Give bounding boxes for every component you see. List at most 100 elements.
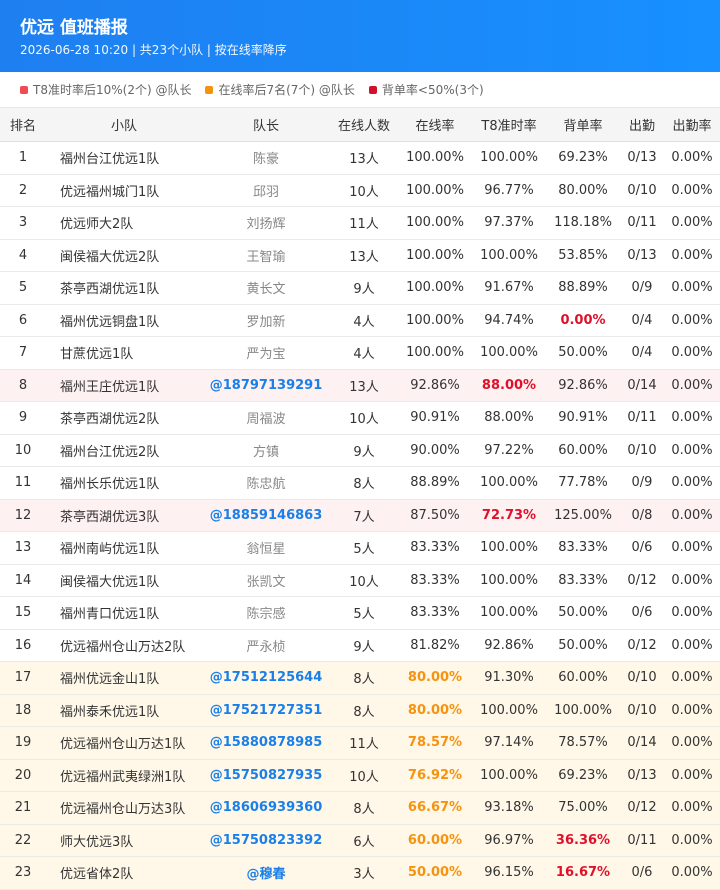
cell-online: 8人 — [330, 694, 398, 727]
cell-leader[interactable]: @18606939360 — [202, 791, 330, 825]
cell-leader: 方镇 — [202, 434, 330, 467]
cell-rank: 16 — [0, 629, 46, 662]
table-row[interactable]: 17 福州优远金山1队 @17512125644 8人 80.00% 91.30% 60.0… — [0, 661, 720, 695]
col-header-attendance[interactable]: 出勤 — [620, 108, 664, 142]
cell-rank: 9 — [0, 401, 46, 435]
cell-online: 13人 — [330, 369, 398, 402]
cell-rank: 22 — [0, 824, 46, 857]
cell-leader[interactable]: @15750827935 — [202, 759, 330, 792]
table-row[interactable]: 21 优远福州仓山万达3队 @18606939360 8人 66.67% 93.18% 75… — [0, 791, 720, 825]
cell-online: 13人 — [330, 141, 398, 175]
cell-attend: 0/13 — [620, 759, 664, 792]
col-header-rank[interactable]: 排名 — [0, 108, 46, 142]
table-row[interactable]: 14 闽侯福大优远1队 张凯文 10人 83.33% 100.00% 83.33% 0/12 0… — [0, 564, 720, 597]
cell-leader[interactable]: @15750823392 — [202, 824, 330, 857]
cell-leader: 周福波 — [202, 401, 330, 435]
cell-team: 福州长乐优远1队 — [46, 466, 202, 500]
cell-t8: 100.00% — [472, 596, 546, 630]
table-row[interactable]: 16 优远福州仓山万达2队 严永桢 9人 81.82% 92.86% 50.00% 0/12 0… — [0, 629, 720, 662]
table-row[interactable]: 1 福州台江优远1队 陈豪 13人 100.00% 100.00% 69.23% 0/13 0.… — [0, 141, 720, 175]
cell-leader[interactable]: @18859146863 — [202, 499, 330, 532]
cell-online: 5人 — [330, 531, 398, 565]
table-header-row: 排名 小队 队长 在线人数 在线率 T8准时率 背单率 出勤 出勤率 — [0, 108, 720, 142]
cell-t8: 100.00% — [472, 141, 546, 175]
cell-attend-rate: 0.00% — [664, 271, 720, 305]
table-row[interactable]: 8 福州王庄优远1队 @18797139291 13人 92.86% 88.00% 92.8… — [0, 369, 720, 402]
cell-team: 闽侯福大优远1队 — [46, 564, 202, 597]
cell-online-rate: 81.82% — [398, 629, 472, 662]
col-header-t8-rate[interactable]: T8准时率 — [472, 108, 546, 142]
cell-attend-rate: 0.00% — [664, 791, 720, 825]
cell-team: 茶亭西湖优远1队 — [46, 271, 202, 305]
cell-leader[interactable]: @17521727351 — [202, 694, 330, 727]
cell-attend: 0/9 — [620, 271, 664, 305]
col-header-leader[interactable]: 队长 — [202, 108, 330, 142]
cell-back: 125.00% — [546, 499, 620, 532]
table-row[interactable]: 23 优远省体2队 @穆春 3人 50.00% 96.15% 16.67% 0/6 0.00% — [0, 856, 720, 890]
cell-leader[interactable]: @15880878985 — [202, 726, 330, 760]
cell-team: 福州台江优远2队 — [46, 434, 202, 467]
cell-team: 优远福州仓山万达2队 — [46, 629, 202, 662]
cell-online-rate: 100.00% — [398, 206, 472, 240]
cell-attend: 0/13 — [620, 239, 664, 272]
cell-team: 福州台江优远1队 — [46, 141, 202, 175]
cell-leader: 翁恒星 — [202, 531, 330, 565]
col-header-team[interactable]: 小队 — [46, 108, 202, 142]
cell-team: 优远福州仓山万达3队 — [46, 791, 202, 825]
cell-attend: 0/10 — [620, 694, 664, 727]
cell-team: 福州优远金山1队 — [46, 661, 202, 695]
table-row[interactable]: 9 茶亭西湖优远2队 周福波 10人 90.91% 88.00% 90.91% 0/11 0.0… — [0, 401, 720, 435]
cell-team: 优远福州仓山万达1队 — [46, 726, 202, 760]
header: 优远 值班播报 2026-06-28 10:20 | 共23个小队 | 按在线率… — [0, 0, 720, 72]
cell-online: 9人 — [330, 434, 398, 467]
table-row[interactable]: 12 茶亭西湖优远3队 @18859146863 7人 87.50% 72.73% 125.… — [0, 499, 720, 532]
table-row[interactable]: 4 闽侯福大优远2队 王智瑜 13人 100.00% 100.00% 53.85% 0/13 0… — [0, 239, 720, 272]
cell-online: 4人 — [330, 336, 398, 370]
cell-online-rate: 50.00% — [398, 856, 472, 890]
table-row[interactable]: 5 茶亭西湖优远1队 黄长文 9人 100.00% 91.67% 88.89% 0/9 0.00… — [0, 271, 720, 305]
cell-back: 50.00% — [546, 629, 620, 662]
table-row[interactable]: 7 甘蔗优远1队 严为宝 4人 100.00% 100.00% 50.00% 0/4 0.00% — [0, 336, 720, 370]
table-row[interactable]: 3 优远师大2队 刘扬辉 11人 100.00% 97.37% 118.18% 0/11 0.0… — [0, 206, 720, 240]
legend-dot-icon — [368, 85, 377, 94]
col-header-attendance-rate[interactable]: 出勤率 — [664, 108, 720, 142]
table-row[interactable]: 2 优远福州城门1队 邱羽 10人 100.00% 96.77% 80.00% 0/10 0.0… — [0, 174, 720, 207]
cell-leader: 罗加新 — [202, 304, 330, 337]
table-row[interactable]: 22 师大优远3队 @15750823392 6人 60.00% 96.97% 36.36%… — [0, 824, 720, 857]
cell-rank: 5 — [0, 271, 46, 305]
cell-t8: 96.77% — [472, 174, 546, 207]
table-row[interactable]: 18 福州泰禾优远1队 @17521727351 8人 80.00% 100.00% 100… — [0, 694, 720, 727]
cell-online: 7人 — [330, 499, 398, 532]
cell-back: 118.18% — [546, 206, 620, 240]
cell-leader[interactable]: @18797139291 — [202, 369, 330, 402]
cell-attend-rate: 0.00% — [664, 336, 720, 370]
cell-t8: 91.30% — [472, 661, 546, 695]
cell-online: 11人 — [330, 726, 398, 760]
cell-attend-rate: 0.00% — [664, 401, 720, 435]
table-row[interactable]: 15 福州青口优远1队 陈宗感 5人 83.33% 100.00% 50.00% 0/6 0.0… — [0, 596, 720, 630]
cell-back: 77.78% — [546, 466, 620, 500]
cell-back: 69.23% — [546, 759, 620, 792]
cell-online-rate: 90.91% — [398, 401, 472, 435]
cell-t8: 88.00% — [472, 401, 546, 435]
table-row[interactable]: 6 福州优远铜盘1队 罗加新 4人 100.00% 94.74% 0.00% 0/4 0.00% — [0, 304, 720, 337]
table-row[interactable]: 13 福州南屿优远1队 翁恒星 5人 83.33% 100.00% 83.33% 0/6 0.0… — [0, 531, 720, 565]
table-row[interactable]: 19 优远福州仓山万达1队 @15880878985 11人 78.57% 97.14% 7… — [0, 726, 720, 760]
table-body: 1 福州台江优远1队 陈豪 13人 100.00% 100.00% 69.23% 0/13 0.… — [0, 141, 720, 890]
col-header-online-count[interactable]: 在线人数 — [330, 108, 398, 142]
col-header-online-rate[interactable]: 在线率 — [398, 108, 472, 142]
cell-online-rate: 60.00% — [398, 824, 472, 857]
table-row[interactable]: 10 福州台江优远2队 方镇 9人 90.00% 97.22% 60.00% 0/10 0.00… — [0, 434, 720, 467]
cell-leader[interactable]: @穆春 — [202, 856, 330, 890]
cell-attend-rate: 0.00% — [664, 629, 720, 662]
table-row[interactable]: 11 福州长乐优远1队 陈忠航 8人 88.89% 100.00% 77.78% 0/9 0.0… — [0, 466, 720, 500]
table-row[interactable]: 20 优远福州武夷绿洲1队 @15750827935 10人 76.92% 100.00%… — [0, 759, 720, 792]
cell-rank: 4 — [0, 239, 46, 272]
cell-online: 3人 — [330, 856, 398, 890]
cell-online: 10人 — [330, 401, 398, 435]
cell-leader: 陈豪 — [202, 141, 330, 175]
cell-t8: 96.15% — [472, 856, 546, 890]
col-header-back-rate[interactable]: 背单率 — [546, 108, 620, 142]
cell-leader[interactable]: @17512125644 — [202, 661, 330, 695]
cell-online-rate: 92.86% — [398, 369, 472, 402]
